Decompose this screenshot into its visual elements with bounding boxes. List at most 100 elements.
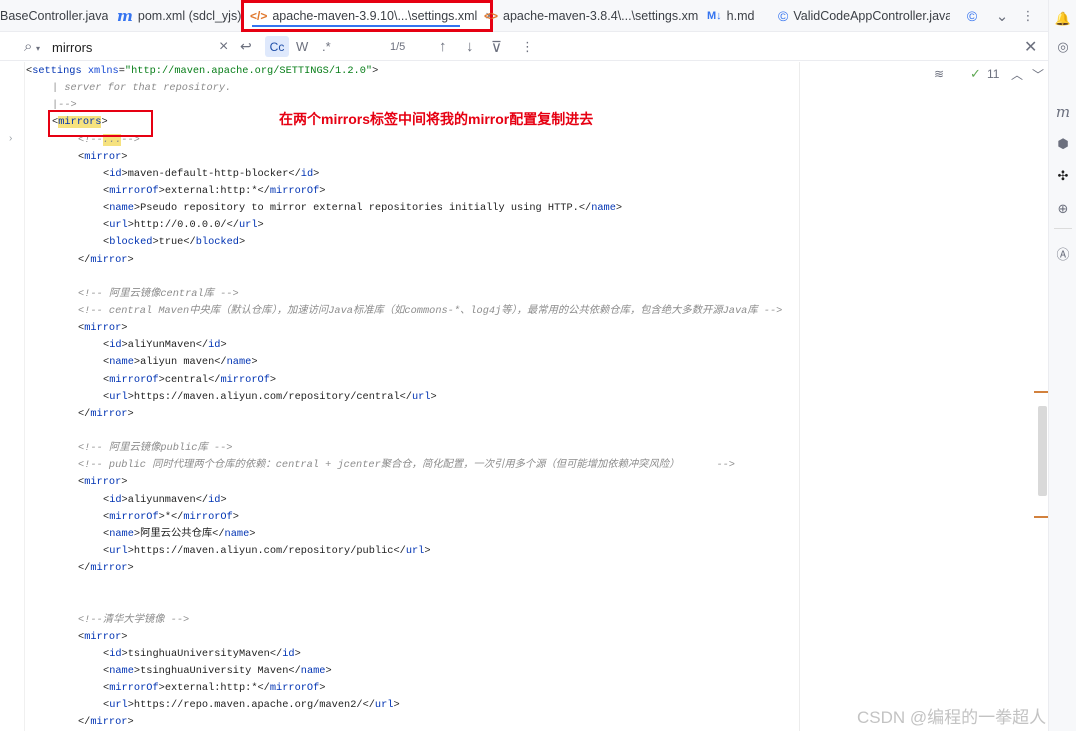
- mirror-field-line: <name>aliyun maven</name>: [26, 354, 1026, 371]
- mirror-close-line: </mirror>: [26, 560, 1026, 577]
- code-token: http://0.0.0.0/: [134, 219, 227, 231]
- code-token: central: [165, 374, 208, 386]
- tab-settings-xml-3-8-4[interactable]: <> apache-maven-3.8.4\...\settings.xml: [484, 0, 698, 32]
- code-token: mirrorOf: [220, 374, 269, 386]
- class-icon: ©: [778, 8, 788, 24]
- fold-arrow-icon[interactable]: ›: [9, 133, 12, 144]
- notifications-icon[interactable]: 🔔: [1049, 8, 1076, 30]
- chevron-down-icon[interactable]: ▾: [36, 34, 40, 63]
- code-token: mirror: [84, 631, 121, 643]
- code-token: 阿里云公共仓库: [140, 528, 212, 540]
- next-match-arrow-icon[interactable]: ↓: [466, 32, 474, 61]
- clear-search-icon[interactable]: ×: [219, 32, 228, 61]
- search-input[interactable]: [52, 37, 212, 57]
- code-token: aliYunMaven: [128, 339, 196, 351]
- code-token: <!-- public 同时代理两个仓库的依赖：central + jcente…: [78, 459, 735, 471]
- code-token: true: [159, 236, 184, 248]
- code-token: aliyun maven: [140, 356, 214, 368]
- code-token: id: [109, 648, 121, 660]
- translate-icon[interactable]: Ⓐ: [1049, 242, 1076, 264]
- code-token: mirror: [84, 476, 121, 488]
- plugin-icon[interactable]: ✣: [1049, 165, 1076, 187]
- chevron-down-icon[interactable]: ⌄: [991, 0, 1013, 32]
- code-content[interactable]: <settings xmlns="http://maven.apache.org…: [26, 63, 1026, 731]
- mirror-field-line: <mirrorOf>central</mirrorOf>: [26, 372, 1026, 389]
- code-token: id: [109, 339, 121, 351]
- code-token: *: [165, 511, 171, 523]
- ai-chat-icon[interactable]: ◎: [1049, 36, 1076, 58]
- blank-line: [26, 423, 1026, 440]
- gutter-divider: [24, 62, 25, 731]
- tab-pom-xml[interactable]: m pom.xml (sdcl_yjs): [117, 0, 245, 32]
- code-token: name: [109, 202, 134, 214]
- mirror-open-line: <mirror>: [26, 320, 1026, 337]
- code-token: mirror: [84, 322, 121, 334]
- code-token: id: [301, 168, 313, 180]
- code-token: mirror: [90, 254, 127, 266]
- maven-icon[interactable]: m: [1049, 101, 1076, 123]
- code-token: mirrorOf: [109, 374, 158, 386]
- regex-toggle[interactable]: .*: [322, 32, 331, 61]
- mirror-field-line: <id>maven-default-http-blocker</id>: [26, 166, 1026, 183]
- database-icon[interactable]: ⬢: [1049, 133, 1076, 155]
- tab-label: BaseController.java: [0, 9, 108, 23]
- comment-line: <!-- public 同时代理两个仓库的依赖：central + jcente…: [26, 457, 1026, 474]
- code-token: name: [109, 356, 134, 368]
- code-token: maven-default-http-blocker: [128, 168, 289, 180]
- code-token: mirrorOf: [270, 185, 319, 197]
- code-token: external:http:*: [165, 682, 258, 694]
- blank-line: [26, 269, 1026, 286]
- mirror-field-line: <name>Pseudo repository to mirror extern…: [26, 200, 1026, 217]
- code-token: https://maven.aliyun.com/repository/publ…: [134, 545, 394, 557]
- tab-base-controller[interactable]: BaseController.java: [0, 0, 108, 32]
- vertical-scrollbar[interactable]: [1038, 406, 1047, 496]
- code-token: https://maven.aliyun.com/repository/cent…: [134, 391, 400, 403]
- blank-line: [26, 594, 1026, 611]
- code-token: external:http:*: [165, 185, 258, 197]
- code-token: url: [109, 391, 128, 403]
- more-vertical-icon[interactable]: ⋮: [521, 32, 534, 61]
- previous-match-arrow-icon[interactable]: ↑: [439, 32, 447, 61]
- code-token: mirror: [90, 716, 127, 728]
- globe-icon[interactable]: ⊕: [1049, 198, 1076, 220]
- search-icon[interactable]: ⌕: [24, 32, 32, 61]
- close-icon[interactable]: ✕: [1024, 32, 1037, 61]
- blank-line: [26, 577, 1026, 594]
- code-token: name: [591, 202, 616, 214]
- code-editor[interactable]: › ≋ ✓ 11 ︿ ﹀ <settings xmlns="http://mav…: [0, 62, 1048, 731]
- more-vertical-icon[interactable]: ⋮: [1018, 0, 1038, 32]
- settings-open-line: <settings xmlns="http://maven.apache.org…: [26, 63, 1026, 80]
- filter-icon[interactable]: ⊽: [491, 32, 502, 61]
- tab-h-md[interactable]: M↓ h.md: [707, 0, 767, 32]
- tab-valid-code-controller[interactable]: © ValidCodeAppController.java: [778, 0, 950, 32]
- code-token: id: [208, 339, 220, 351]
- tab-label: pom.xml (sdcl_yjs): [138, 9, 242, 23]
- comment-line: <!-- 阿里云镜像central库 -->: [26, 286, 1026, 303]
- code-token: blocked: [196, 236, 239, 248]
- mirror-open-line: <mirror>: [26, 474, 1026, 491]
- replace-toggle-icon[interactable]: ↩: [240, 32, 252, 61]
- tab-label: apache-maven-3.9.10\...\settings.xml: [272, 9, 477, 23]
- code-token: <!-- 阿里云镜像public库 -->: [78, 442, 232, 454]
- tab-settings-xml-3-9-10[interactable]: </> apache-maven-3.9.10\...\settings.xml…: [241, 0, 493, 32]
- tab-label: apache-maven-3.8.4\...\settings.xml: [503, 9, 698, 23]
- mirror-field-line: <id>aliyunmaven</id>: [26, 492, 1026, 509]
- mirror-field-line: <id>aliYunMaven</id>: [26, 337, 1026, 354]
- match-case-toggle[interactable]: Cc: [265, 36, 289, 57]
- code-token: url: [239, 219, 258, 231]
- code-token: mirror: [84, 151, 121, 163]
- code-token: mirror: [90, 562, 127, 574]
- whole-words-toggle[interactable]: W: [296, 32, 308, 61]
- code-token: <!-- 阿里云镜像central库 -->: [78, 288, 239, 300]
- comment-line: <!--清华大学镜像 -->: [26, 612, 1026, 629]
- mirror-open-line: <mirror>: [26, 149, 1026, 166]
- code-token: settings: [32, 65, 81, 77]
- code-token: url: [412, 391, 431, 403]
- mirror-open-line: <mirror>: [26, 629, 1026, 646]
- class-icon[interactable]: ©: [960, 0, 984, 32]
- next-highlight-icon[interactable]: ﹀: [1032, 66, 1044, 82]
- code-token: "http://maven.apache.org/SETTINGS/1.2.0": [125, 65, 372, 77]
- mirror-field-line: <mirrorOf>external:http:*</mirrorOf>: [26, 183, 1026, 200]
- mirror-field-line: <url>https://maven.aliyun.com/repository…: [26, 543, 1026, 560]
- code-token: name: [109, 665, 134, 677]
